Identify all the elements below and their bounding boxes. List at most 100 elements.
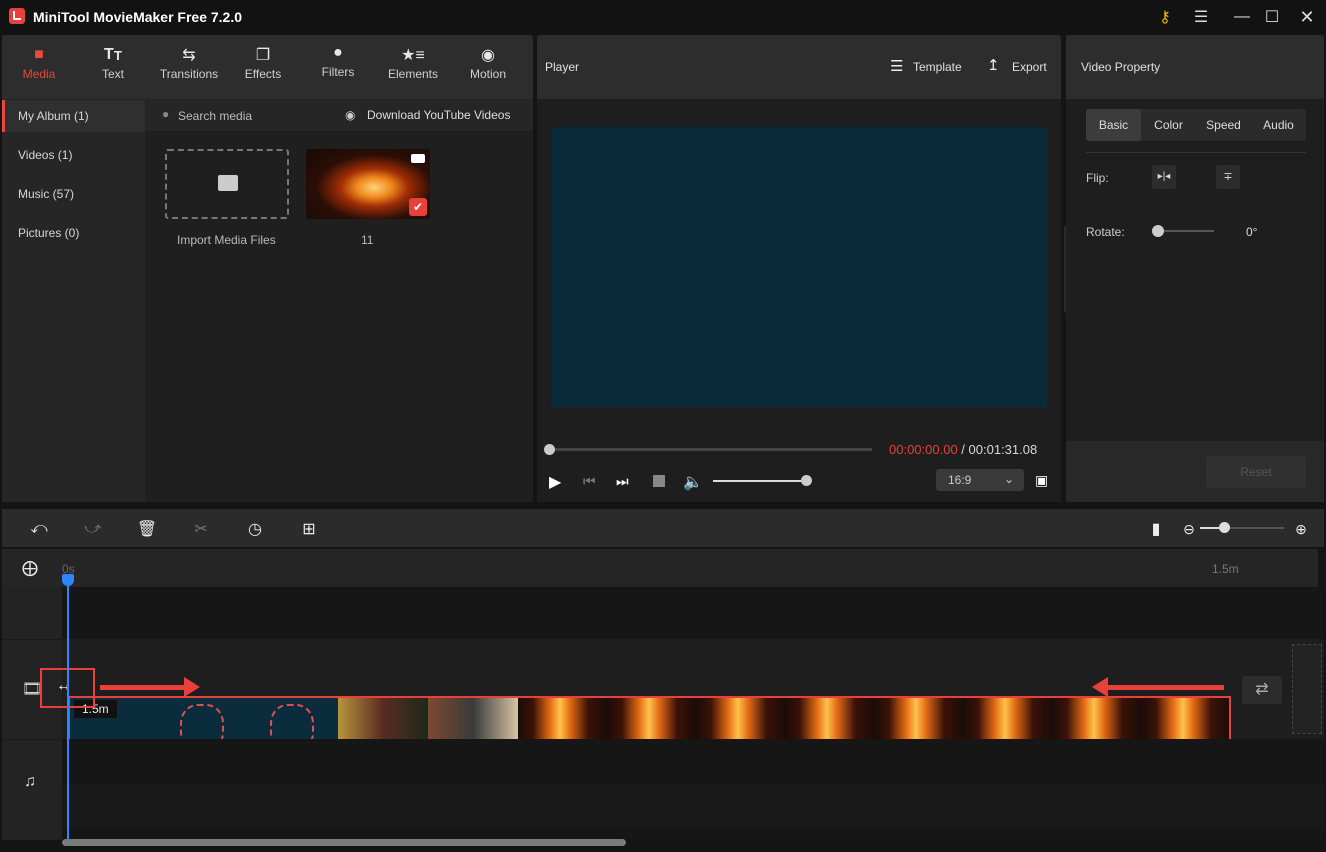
- video-property-panel: Video Property Basic Color Speed Audio F…: [1066, 35, 1324, 502]
- video-preview[interactable]: [551, 127, 1047, 407]
- undo-icon[interactable]: ⤺: [28, 518, 50, 540]
- selected-check-icon[interactable]: ✔: [409, 198, 427, 216]
- fit-timeline-icon[interactable]: ▮: [1145, 518, 1167, 540]
- playhead[interactable]: [62, 574, 74, 840]
- search-icon: ●: [162, 107, 170, 121]
- nav-item-music[interactable]: Music (57): [2, 178, 145, 210]
- timeline-toolbar: ⤺ ⤻ 🗑 ✂ ◷ ⊞ ▮ ⊖ ⊕: [2, 509, 1324, 547]
- volume-slider[interactable]: [713, 480, 805, 482]
- previous-frame-button[interactable]: ⏮: [583, 473, 596, 490]
- property-header: Video Property: [1066, 35, 1324, 99]
- stop-button[interactable]: [653, 475, 665, 487]
- annotation-arrow-left: [1108, 685, 1224, 690]
- aspect-ratio-value: 16:9: [948, 473, 972, 487]
- split-icon[interactable]: ✂: [190, 518, 212, 540]
- progress-slider[interactable]: [547, 448, 872, 451]
- tab-label: Media: [22, 67, 56, 81]
- current-time: 00:00:00.00: [889, 442, 958, 457]
- property-title: Video Property: [1081, 60, 1161, 74]
- title-bar: MiniTool MovieMaker Free 7.2.0 ⚷ ☰ — ☐ ✕: [0, 0, 1326, 34]
- app-window: MiniTool MovieMaker Free 7.2.0 ⚷ ☰ — ☐ ✕…: [0, 0, 1326, 852]
- zoom-in-icon[interactable]: ⊕: [1290, 518, 1312, 540]
- timeline-ruler[interactable]: ⨁ 0s 1.5m: [2, 549, 1318, 587]
- nav-item-pictures[interactable]: Pictures (0): [2, 217, 145, 249]
- speed-icon[interactable]: ◷: [244, 518, 266, 540]
- tab-speed[interactable]: Speed: [1196, 109, 1251, 141]
- maximize-icon[interactable]: ☐: [1257, 5, 1287, 29]
- tab-label: Motion: [469, 67, 507, 81]
- tab-motion[interactable]: ◉ Motion: [453, 43, 523, 93]
- rotate-label: Rotate:: [1086, 225, 1125, 239]
- media-library-panel: ■ Media T T Text ⇆ Transitions ❐ Effects ● Fil…: [2, 35, 533, 502]
- tab-label: Filters: [321, 65, 355, 79]
- tab-transitions[interactable]: ⇆ Transitions: [153, 43, 225, 93]
- volume-handle[interactable]: [801, 475, 812, 486]
- media-item-name: 11: [361, 233, 374, 247]
- transitions-icon: ⇆: [182, 47, 196, 64]
- annotation-arrow-right: [100, 685, 190, 690]
- playhead-handle[interactable]: [62, 574, 74, 586]
- tab-audio[interactable]: Audio: [1251, 109, 1306, 141]
- player-header: Player ☰ Template ↥ Export: [537, 35, 1061, 99]
- reset-button[interactable]: Reset: [1206, 456, 1306, 488]
- fullscreen-icon[interactable]: ▣: [1035, 472, 1048, 489]
- resize-cursor-icon[interactable]: ↔: [56, 677, 72, 695]
- flip-horizontal-icon[interactable]: ▸|◂: [1152, 165, 1176, 189]
- minimize-icon[interactable]: —: [1227, 5, 1257, 29]
- delete-icon[interactable]: 🗑: [136, 518, 158, 540]
- search-input[interactable]: Search media: [178, 109, 252, 123]
- video-track[interactable]: 1.5m 🔈 ↔ ⇄: [40, 639, 1324, 786]
- rotate-slider[interactable]: [1158, 230, 1214, 232]
- category-tabs: ■ Media T T Text ⇆ Transitions ❐ Effects ● Fil…: [2, 35, 533, 99]
- tab-elements[interactable]: ★≡ Elements: [378, 43, 448, 93]
- timeline-scrollbar[interactable]: [62, 839, 626, 846]
- folder-icon: ■: [34, 46, 44, 63]
- timeline-zoom-handle[interactable]: [1219, 522, 1230, 533]
- close-icon[interactable]: ✕: [1292, 5, 1322, 29]
- template-icon: ☰: [890, 58, 904, 75]
- transition-swap-icon[interactable]: ⇄: [1242, 676, 1282, 704]
- tab-media[interactable]: ■ Media: [4, 43, 74, 93]
- divider: [2, 639, 62, 640]
- nav-item-my-album[interactable]: My Album (1): [2, 100, 145, 132]
- youtube-download-icon: ◉: [345, 108, 356, 122]
- add-track-icon[interactable]: ⨁: [22, 558, 38, 578]
- template-button[interactable]: Template: [913, 60, 962, 74]
- zoom-out-icon[interactable]: ⊖: [1178, 518, 1200, 540]
- flip-vertical-icon[interactable]: ∓: [1216, 165, 1240, 189]
- rotate-handle[interactable]: [1152, 225, 1164, 237]
- key-icon[interactable]: ⚷: [1150, 5, 1180, 29]
- motion-icon: ◉: [481, 47, 495, 64]
- nav-item-videos[interactable]: Videos (1): [2, 139, 145, 171]
- tab-label: Elements: [387, 67, 439, 81]
- volume-icon[interactable]: 🔈: [683, 472, 703, 492]
- play-button[interactable]: ▶: [549, 472, 561, 492]
- crop-icon[interactable]: ⊞: [298, 518, 320, 540]
- arrow-head-icon: [184, 677, 200, 697]
- media-item-thumbnail[interactable]: ✔: [306, 149, 430, 219]
- divider: [2, 739, 62, 740]
- tab-basic[interactable]: Basic: [1086, 109, 1141, 141]
- redo-icon[interactable]: ⤻: [82, 518, 104, 540]
- tab-filters[interactable]: ● Filters: [303, 41, 373, 91]
- drop-zone[interactable]: [1292, 644, 1322, 734]
- next-frame-button[interactable]: ⏭: [616, 473, 629, 490]
- aspect-ratio-select[interactable]: 16:9 ⌄: [936, 469, 1024, 491]
- chevron-down-icon: ⌄: [1003, 472, 1014, 486]
- music-track-lower[interactable]: [62, 784, 1324, 829]
- import-media-button[interactable]: [165, 149, 289, 219]
- menu-icon[interactable]: ☰: [1186, 5, 1216, 29]
- overlay-track[interactable]: [62, 587, 1324, 639]
- export-icon: ↥: [987, 57, 1000, 74]
- music-track[interactable]: [62, 739, 1324, 784]
- tab-text[interactable]: T T Text: [78, 43, 148, 93]
- tab-label: Effects: [244, 67, 282, 81]
- tab-color[interactable]: Color: [1141, 109, 1196, 141]
- progress-handle[interactable]: [544, 444, 555, 455]
- filters-icon: ●: [333, 44, 343, 61]
- tab-effects[interactable]: ❐ Effects: [228, 43, 298, 93]
- export-button[interactable]: Export: [1012, 60, 1047, 74]
- arrow-head-icon: [1092, 677, 1108, 697]
- music-track-icon: ♫: [24, 773, 36, 790]
- download-youtube-button[interactable]: Download YouTube Videos: [367, 108, 510, 122]
